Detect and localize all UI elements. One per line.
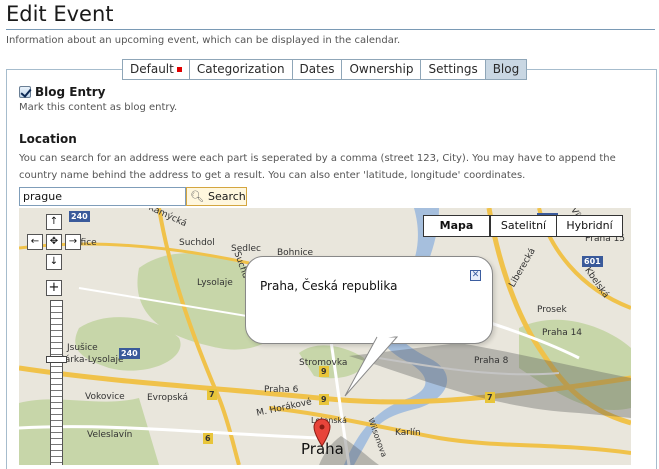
road-shield: 7 bbox=[207, 389, 217, 400]
road-shield: 240 bbox=[119, 348, 140, 359]
info-window: Praha, Česká republika ✕ bbox=[245, 256, 493, 344]
arrow-up-icon: ↑ bbox=[49, 216, 59, 227]
blog-entry-label: Blog Entry bbox=[35, 85, 106, 99]
tab-ownership[interactable]: Ownership bbox=[342, 59, 422, 80]
search-button-label: Search bbox=[207, 190, 246, 203]
road-shield: 240 bbox=[69, 211, 90, 222]
pan-center-button[interactable]: ✥ bbox=[46, 234, 62, 250]
map-place-label: Prosek bbox=[537, 305, 567, 315]
blog-entry-row: Blog Entry bbox=[19, 85, 106, 99]
map-place-label: Praha 14 bbox=[542, 328, 583, 338]
close-icon[interactable]: ✕ bbox=[470, 270, 481, 281]
title-divider bbox=[6, 29, 655, 30]
map-place-label: Vokovice bbox=[85, 392, 125, 402]
zoom-slider-track[interactable] bbox=[50, 300, 63, 465]
search-icon: 🔍︎ bbox=[190, 190, 204, 203]
tab-blog[interactable]: Blog bbox=[485, 59, 528, 80]
pan-right-button[interactable]: → bbox=[65, 234, 81, 250]
page-subtitle: Information about an upcoming event, whi… bbox=[6, 35, 401, 46]
map-place-label: Praha 6 bbox=[264, 385, 299, 395]
map-place-label: Šárka-Lysolaje bbox=[59, 355, 124, 365]
page-title: Edit Event bbox=[6, 2, 114, 26]
tab-default-label: Default bbox=[130, 62, 174, 76]
tab-default[interactable]: Default bbox=[122, 59, 190, 80]
map-place-label: Praha 8 bbox=[474, 356, 509, 366]
location-search-input[interactable] bbox=[19, 187, 186, 206]
pan-down-button[interactable]: ↓ bbox=[46, 254, 62, 270]
tab-bar: Default Categorization Dates Ownership S… bbox=[122, 59, 528, 80]
pan-left-button[interactable]: ← bbox=[27, 234, 43, 250]
info-window-pointer bbox=[344, 336, 399, 397]
map-place-label: Veleslavín bbox=[87, 430, 133, 440]
zoom-in-button[interactable]: + bbox=[46, 280, 62, 296]
map-type-satellite[interactable]: Satelitní bbox=[490, 215, 557, 237]
info-window-text: Praha, Česká republika bbox=[260, 279, 398, 293]
blog-entry-description: Mark this content as blog entry. bbox=[19, 102, 178, 113]
tab-settings[interactable]: Settings bbox=[421, 59, 486, 80]
map-type-mapa[interactable]: Mapa bbox=[423, 215, 490, 237]
road-shield: 9 bbox=[319, 394, 329, 405]
arrow-left-icon: ← bbox=[30, 236, 40, 247]
zoom-slider-thumb[interactable] bbox=[46, 356, 67, 363]
arrow-down-icon: ↓ bbox=[49, 256, 59, 267]
blog-entry-checkbox[interactable] bbox=[19, 86, 31, 98]
road-shield: 7 bbox=[485, 392, 495, 403]
map-place-label: Karlín bbox=[395, 428, 421, 438]
move-icon: ✥ bbox=[49, 236, 59, 247]
road-shield: 9 bbox=[319, 366, 329, 377]
map-place-label: Suchdol bbox=[179, 238, 215, 248]
map-marker-label: Praha bbox=[301, 440, 344, 458]
plus-icon: + bbox=[48, 280, 60, 295]
pan-up-button[interactable]: ↑ bbox=[46, 214, 62, 230]
road-shield: 6 bbox=[203, 433, 213, 444]
map-place-label: Evropská bbox=[147, 393, 188, 403]
map-place-label: Jsušice bbox=[67, 343, 98, 353]
tab-categorization[interactable]: Categorization bbox=[189, 59, 293, 80]
map-place-label: Lysolaje bbox=[197, 278, 233, 288]
tab-dates[interactable]: Dates bbox=[292, 59, 343, 80]
road-shield: 601 bbox=[582, 256, 603, 267]
map[interactable]: Kamýcká Suchdol Sedlec Bohnice Lysolaje … bbox=[19, 208, 631, 465]
arrow-right-icon: → bbox=[68, 236, 78, 247]
map-type-hybrid[interactable]: Hybridní bbox=[556, 215, 623, 237]
location-label: Location bbox=[19, 132, 77, 146]
location-help-text: You can search for an address were each … bbox=[19, 153, 616, 181]
required-marker-icon bbox=[176, 67, 182, 72]
search-button[interactable]: 🔍︎ Search bbox=[186, 187, 247, 206]
